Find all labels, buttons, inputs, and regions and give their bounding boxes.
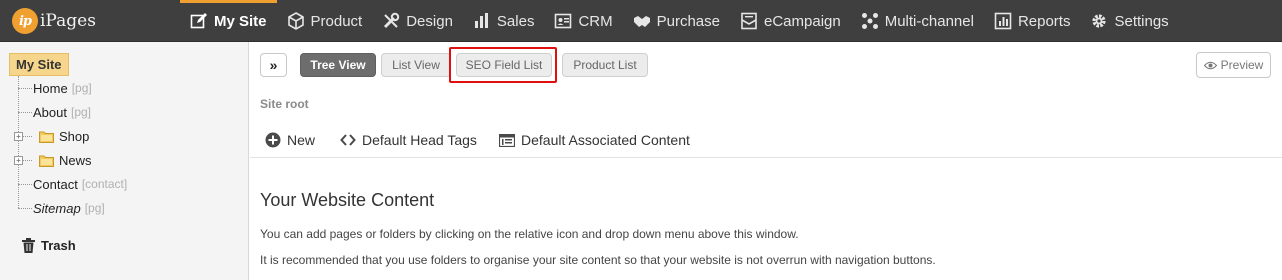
edit-icon [190, 12, 208, 30]
nav-product[interactable]: Product [277, 0, 373, 42]
tree-item-shop[interactable]: + Shop [14, 127, 90, 145]
tree-view-button[interactable]: Tree View [300, 53, 376, 77]
nav-label: Product [310, 12, 363, 30]
cube-icon [287, 12, 305, 30]
plus-circle-icon [265, 132, 281, 148]
nav-sales[interactable]: Sales [463, 0, 545, 42]
page-title: Your Website Content [260, 190, 435, 210]
network-icon [861, 12, 879, 30]
trash-icon [22, 238, 35, 253]
expand-panel-button[interactable]: » [260, 53, 287, 77]
preview-label: Preview [1220, 58, 1264, 72]
trash-label: Trash [41, 238, 76, 253]
nav-label: Design [406, 12, 453, 30]
default-head-tags-button[interactable]: Default Head Tags [340, 131, 477, 149]
nav-label: Reports [1017, 12, 1071, 30]
tree-item-home[interactable]: Home [pg] [18, 79, 92, 97]
tree-item-label: Sitemap [33, 200, 81, 216]
tools-icon [382, 12, 400, 30]
nav-design[interactable]: Design [372, 0, 463, 42]
folder-icon [39, 131, 54, 143]
new-label: New [287, 132, 316, 148]
breadcrumb: Site root [260, 97, 309, 111]
logo-badge: ip [12, 8, 38, 34]
product-list-button[interactable]: Product List [562, 53, 648, 77]
nav-settings[interactable]: Settings [1080, 0, 1178, 42]
tip-paragraph: It is recommended that you use folders t… [260, 253, 936, 267]
tree-item-label: Shop [59, 128, 90, 144]
nav-label: Multi-channel [884, 12, 974, 30]
new-button[interactable]: New [265, 131, 315, 149]
expand-toggle-icon[interactable]: + [14, 156, 23, 165]
tree-item-label: About [33, 104, 67, 120]
tree-item-about[interactable]: About [pg] [18, 103, 91, 121]
nav-label: Settings [1114, 12, 1169, 30]
bar-chart-icon [473, 12, 491, 30]
tree-item-label: News [59, 152, 92, 168]
tree-item-label: Home [33, 80, 68, 96]
eye-icon [1203, 61, 1217, 69]
logo-text: iPages [40, 11, 96, 31]
main-nav: My Site Product Design Sales CRM Purchas… [180, 0, 1179, 42]
report-icon [994, 12, 1012, 30]
logo[interactable]: ip iPages [12, 8, 96, 34]
nav-label: Sales [496, 12, 535, 30]
nav-label: eCampaign [764, 12, 841, 30]
view-toolbar: » Tree View List View SEO Field List Pro… [250, 42, 1282, 88]
nav-purchase[interactable]: Purchase [623, 0, 730, 42]
tree-item-tag: [pg] [71, 81, 92, 95]
main-panel: » Tree View List View SEO Field List Pro… [250, 42, 1282, 280]
layout-icon [499, 133, 515, 147]
intro-paragraph: You can add pages or folders by clicking… [260, 227, 799, 241]
id-card-icon [554, 12, 572, 30]
nav-multi-channel[interactable]: Multi-channel [851, 0, 984, 42]
code-icon [340, 134, 356, 146]
nav-label: Purchase [656, 12, 720, 30]
site-tree-sidebar: My Site Home [pg] About [pg] + Shop + Ne… [0, 42, 249, 280]
folder-icon [39, 155, 54, 167]
seo-field-list-button[interactable]: SEO Field List [456, 53, 552, 77]
expand-toggle-icon[interactable]: + [14, 132, 23, 141]
head-tags-label: Default Head Tags [362, 132, 477, 148]
content-actions-bar: New Default Head Tags Default Associated… [250, 122, 1282, 158]
envelope-icon [740, 12, 758, 30]
tree-item-sitemap[interactable]: Sitemap [pg] [18, 199, 105, 217]
tree-item-tag: [pg] [70, 105, 91, 119]
associated-content-label: Default Associated Content [521, 132, 690, 148]
preview-button[interactable]: Preview [1196, 52, 1271, 78]
tree-root-my-site[interactable]: My Site [9, 53, 69, 76]
nav-crm[interactable]: CRM [544, 0, 622, 42]
tree-item-contact[interactable]: Contact [contact] [18, 175, 127, 193]
top-nav-bar: ip iPages My Site Product Design Sales C… [0, 0, 1282, 42]
nav-label: My Site [214, 12, 267, 30]
tree-item-tag: [contact] [81, 177, 128, 191]
default-associated-content-button[interactable]: Default Associated Content [499, 131, 690, 149]
list-view-button[interactable]: List View [381, 53, 451, 77]
nav-my-site[interactable]: My Site [180, 0, 277, 42]
handshake-icon [633, 12, 651, 30]
trash-item[interactable]: Trash [22, 238, 76, 253]
tree-item-news[interactable]: + News [14, 151, 92, 169]
tree-item-tag: [pg] [84, 201, 105, 215]
nav-label: CRM [578, 12, 613, 30]
nav-reports[interactable]: Reports [984, 0, 1081, 42]
nav-ecampaign[interactable]: eCampaign [730, 0, 851, 42]
gear-icon [1090, 12, 1108, 30]
tree-item-label: Contact [33, 176, 78, 192]
